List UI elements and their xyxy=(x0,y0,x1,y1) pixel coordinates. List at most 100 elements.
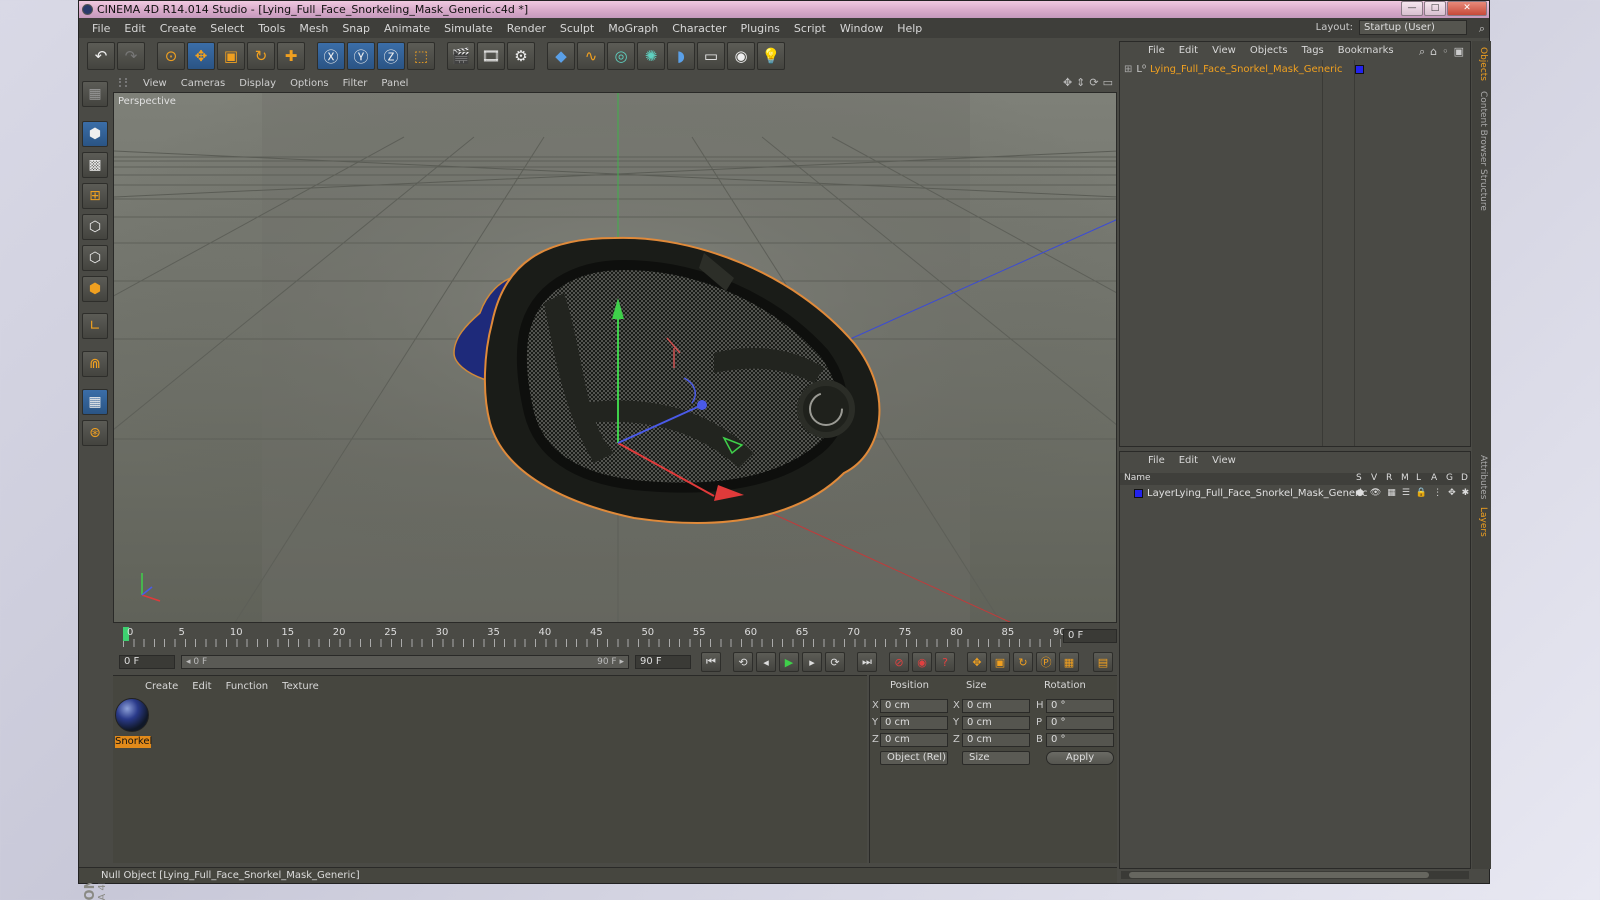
menu-edit[interactable]: Edit xyxy=(117,22,152,35)
menu-character[interactable]: Character xyxy=(665,22,733,35)
rotation-p-field[interactable]: 0 ° xyxy=(1046,716,1114,730)
tab-objects[interactable]: Objects xyxy=(1475,47,1488,81)
x-axis-lock-icon[interactable]: Ⓧ xyxy=(317,42,345,70)
viewport-menu-filter[interactable]: Filter xyxy=(343,78,368,89)
material-swatch[interactable]: Snorkel xyxy=(115,698,152,748)
camera-icon[interactable]: ◉ xyxy=(727,42,755,70)
go-to-start-icon[interactable]: ⏮ xyxy=(701,652,721,672)
end-frame-field[interactable]: 90 F xyxy=(635,655,691,669)
menu-animate[interactable]: Animate xyxy=(377,22,437,35)
last-tool-icon[interactable]: ✚ xyxy=(277,42,305,70)
floor-icon[interactable]: ▭ xyxy=(697,42,725,70)
layer-flag-view[interactable]: V xyxy=(1371,473,1377,483)
viewport-menu-panel[interactable]: Panel xyxy=(381,78,408,89)
manager-icon[interactable]: ☰ xyxy=(1402,488,1410,498)
expand-icon[interactable]: ⊞ xyxy=(1124,64,1132,75)
array-icon[interactable]: ✺ xyxy=(637,42,665,70)
live-selection-icon[interactable]: ⊙ xyxy=(157,42,185,70)
orbit-view-icon[interactable]: ⟳ xyxy=(1089,76,1098,89)
home-icon[interactable]: ⌂ xyxy=(1430,45,1437,59)
material-menu-create[interactable]: Create xyxy=(145,681,178,692)
undo-icon[interactable]: ↶ xyxy=(87,42,115,70)
scrollbar-thumb[interactable] xyxy=(1129,872,1429,878)
previous-frame-icon[interactable]: ◂ xyxy=(756,652,776,672)
record-keys-icon[interactable]: ⊘ xyxy=(889,652,909,672)
points-mode-icon[interactable]: ⬡ xyxy=(82,214,108,240)
workplane-mode-icon[interactable]: ⊞ xyxy=(82,183,108,209)
timeline-ruler[interactable]: 0 5 10 15 20 25 30 35 40 45 50 55 60 65 70 75 80 85 90 xyxy=(123,625,1066,647)
start-frame-field[interactable]: 0 F xyxy=(119,655,175,669)
object-menu-edit[interactable]: Edit xyxy=(1179,45,1198,60)
layer-menu-edit[interactable]: Edit xyxy=(1179,455,1198,470)
search-icon[interactable]: ⌕ xyxy=(1479,22,1485,36)
layer-flag-solo[interactable]: S xyxy=(1356,473,1362,483)
position-y-field[interactable]: 0 cm xyxy=(880,716,948,730)
viewport-menu-options[interactable]: Options xyxy=(290,78,329,89)
visible-icon[interactable]: 👁 xyxy=(1370,488,1381,498)
rotation-b-field[interactable]: 0 ° xyxy=(1046,733,1114,747)
animation-icon[interactable]: ⋮ xyxy=(1433,488,1442,498)
layer-flag-render[interactable]: R xyxy=(1386,473,1392,483)
rotation-h-field[interactable]: 0 ° xyxy=(1046,699,1114,713)
layer-menu-file[interactable]: File xyxy=(1148,455,1165,470)
menu-script[interactable]: Script xyxy=(787,22,833,35)
light-icon[interactable]: 💡 xyxy=(757,42,785,70)
size-mode-select[interactable]: Size xyxy=(962,751,1030,765)
size-y-field[interactable]: 0 cm xyxy=(962,716,1030,730)
redo-icon[interactable]: ↷ xyxy=(117,42,145,70)
go-to-end-icon[interactable]: ⏭ xyxy=(857,652,877,672)
layer-flag-locked[interactable]: L xyxy=(1416,473,1421,483)
workplane-icon[interactable]: ▦ xyxy=(82,389,108,415)
key-position-icon[interactable]: ✥ xyxy=(967,652,987,672)
deformer-icon[interactable]: ◗ xyxy=(667,42,695,70)
key-pla-icon[interactable]: ▦ xyxy=(1059,652,1079,672)
menu-select[interactable]: Select xyxy=(203,22,251,35)
cube-primitive-icon[interactable]: ◆ xyxy=(547,42,575,70)
layout-select[interactable]: Startup (User) xyxy=(1359,20,1467,35)
menu-mesh[interactable]: Mesh xyxy=(292,22,335,35)
maximize-button[interactable]: □ xyxy=(1424,1,1446,16)
apply-button[interactable]: Apply xyxy=(1046,751,1114,765)
texture-mode-icon[interactable]: ▩ xyxy=(82,152,108,178)
y-axis-lock-icon[interactable]: Ⓨ xyxy=(347,42,375,70)
size-z-field[interactable]: 0 cm xyxy=(962,733,1030,747)
object-menu-tags[interactable]: Tags xyxy=(1302,45,1324,60)
z-axis-lock-icon[interactable]: Ⓩ xyxy=(377,42,405,70)
object-menu-view[interactable]: View xyxy=(1212,45,1236,60)
new-view-icon[interactable]: ▣ xyxy=(1454,45,1464,59)
object-menu-objects[interactable]: Objects xyxy=(1250,45,1288,60)
loop-forward-icon[interactable]: ⟳ xyxy=(825,652,845,672)
locked-workplane-icon[interactable]: ⊛ xyxy=(82,420,108,446)
render-picture-viewer-icon[interactable]: 🎞 xyxy=(477,42,505,70)
layer-color-swatch[interactable] xyxy=(1354,65,1364,74)
dolly-view-icon[interactable]: ⇕ xyxy=(1076,76,1085,89)
rotate-tool-icon[interactable]: ↻ xyxy=(247,42,275,70)
search-objects-icon[interactable]: ⌕ xyxy=(1419,45,1425,59)
material-menu-texture[interactable]: Texture xyxy=(282,681,319,692)
layer-color-icon[interactable] xyxy=(1134,489,1143,498)
coordinate-mode-select[interactable]: Object (Rel) xyxy=(880,751,948,765)
timeline-window-icon[interactable]: ▤ xyxy=(1093,652,1113,672)
menu-sculpt[interactable]: Sculpt xyxy=(553,22,601,35)
position-x-field[interactable]: 0 cm xyxy=(880,699,948,713)
nurbs-icon[interactable]: ◎ xyxy=(607,42,635,70)
render-settings-icon[interactable]: ⚙ xyxy=(507,42,535,70)
panel-grip-icon[interactable] xyxy=(119,78,127,87)
deformer-icon[interactable]: ✱ xyxy=(1462,488,1470,498)
axis-mode-icon[interactable]: ∟ xyxy=(82,313,108,339)
material-menu-function[interactable]: Function xyxy=(226,681,269,692)
object-menu-bookmarks[interactable]: Bookmarks xyxy=(1338,45,1394,60)
layer-flag-deformers[interactable]: D xyxy=(1461,473,1468,483)
position-z-field[interactable]: 0 cm xyxy=(880,733,948,747)
model-mode-icon[interactable]: ⬢ xyxy=(82,121,108,147)
edges-mode-icon[interactable]: ⬡ xyxy=(82,245,108,271)
key-parameter-icon[interactable]: Ⓟ xyxy=(1036,652,1056,672)
menu-snap[interactable]: Snap xyxy=(335,22,377,35)
move-tool-icon[interactable]: ✥ xyxy=(187,42,215,70)
snapping-icon[interactable]: ⋒ xyxy=(82,351,108,377)
menu-plugins[interactable]: Plugins xyxy=(734,22,787,35)
tab-attributes[interactable]: Attributes xyxy=(1475,455,1488,499)
object-row[interactable]: ⊞ L⁰ Lying_Full_Face_Snorkel_Mask_Generi… xyxy=(1124,64,1364,75)
pan-view-icon[interactable]: ✥ xyxy=(1063,76,1072,89)
tab-layers[interactable]: Layers xyxy=(1475,507,1488,537)
